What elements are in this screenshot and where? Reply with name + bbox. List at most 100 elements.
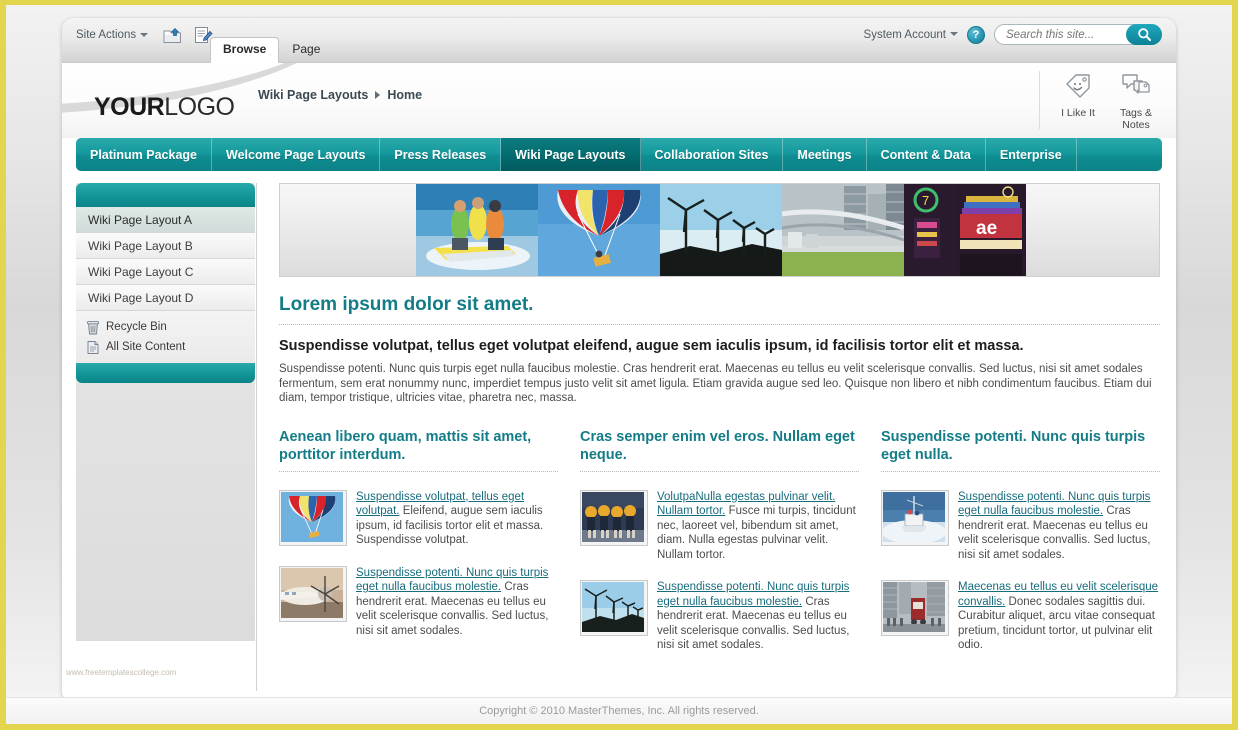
content-column-2: Cras semper enim vel eros. Nullam eget n… xyxy=(580,428,859,653)
banner-image-strip: 7 ae xyxy=(279,183,1160,277)
ribbon-tabs: Browse Page xyxy=(210,36,333,63)
article-item[interactable]: Suspendisse volutpat, tellus eget volutp… xyxy=(279,489,558,548)
article-text: VolutpaNulla egestas pulvinar velit. Nul… xyxy=(657,490,859,563)
article-item[interactable]: VolutpaNulla egestas pulvinar velit. Nul… xyxy=(580,489,859,563)
thumbnail-sailboat xyxy=(881,489,949,546)
navigate-up-icon[interactable] xyxy=(161,25,183,45)
document-icon xyxy=(87,340,99,354)
copyright-text: Copyright © 2010 MasterThemes, Inc. All … xyxy=(479,705,759,717)
content-columns: Aenean libero quam, mattis sit amet, por… xyxy=(279,428,1160,653)
content-column-1: Aenean libero quam, mattis sit amet, por… xyxy=(279,428,558,653)
thumbnail-city-street xyxy=(881,580,949,636)
search-icon[interactable] xyxy=(1126,24,1162,45)
article-text: Suspendisse potenti. Nunc quis turpis eg… xyxy=(958,490,1160,563)
article-item[interactable]: Suspendisse potenti. Nunc quis turpis eg… xyxy=(279,565,558,639)
logo-light-text: LOGO xyxy=(164,93,235,121)
sidebar-item-wiki-page-layout-c[interactable]: Wiki Page Layout C xyxy=(76,259,255,285)
intro-paragraph: Suspendisse potenti. Nunc quis turpis eg… xyxy=(279,363,1152,404)
main-content: 7 ae Lorem ipsum dolor sit amet. Suspend… xyxy=(257,183,1162,691)
recycle-bin-icon xyxy=(87,320,99,334)
sidebar-item-wiki-page-layout-d[interactable]: Wiki Page Layout D xyxy=(76,285,255,311)
banner-image-wind-turbines xyxy=(660,184,782,276)
breadcrumb-item-1[interactable]: Home xyxy=(387,88,422,102)
article-text: Suspendisse potenti. Nunc quis turpis eg… xyxy=(356,566,558,639)
content-column-3: Suspendisse potenti. Nunc quis turpis eg… xyxy=(881,428,1160,653)
breadcrumb-separator-icon xyxy=(375,91,381,99)
sidebar-utilities: Recycle Bin All Site Content xyxy=(76,311,255,363)
ribbon-left-group: Site Actions xyxy=(74,18,214,52)
banner-image-architecture xyxy=(782,184,904,276)
page-footer: Copyright © 2010 MasterThemes, Inc. All … xyxy=(6,697,1232,724)
system-account-menu[interactable]: System Account xyxy=(864,29,958,41)
tags-notes-icon xyxy=(1122,74,1150,94)
thumbnail-airplane xyxy=(279,565,347,622)
tags-notes-label: Tags & Notes xyxy=(1119,107,1153,131)
column-1-heading: Aenean libero quam, mattis sit amet, por… xyxy=(279,428,558,472)
main-navigation: Platinum Package Welcome Page Layouts Pr… xyxy=(76,138,1162,171)
search-box xyxy=(994,24,1162,45)
page-body: Wiki Page Layout A Wiki Page Layout B Wi… xyxy=(62,171,1176,691)
sidebar-item-all-site-content-label: All Site Content xyxy=(106,341,186,353)
sidebar-item-recycle-bin[interactable]: Recycle Bin xyxy=(86,317,255,337)
site-logo[interactable]: YOURLOGO xyxy=(94,93,235,122)
ribbon-right-group: System Account ? xyxy=(864,24,1162,45)
page-stage: Site Actions Browse Page System Account … xyxy=(6,5,1232,724)
chevron-down-icon xyxy=(950,32,958,37)
nav-item-collaboration-sites[interactable]: Collaboration Sites xyxy=(641,138,784,171)
svg-text:ae: ae xyxy=(976,218,997,239)
sidebar-bottom-cap xyxy=(76,363,255,383)
thumbnail-turbines xyxy=(580,580,648,636)
banner-image-parasail xyxy=(538,184,660,276)
thumbnail-parasail xyxy=(279,489,347,546)
column-3-heading: Suspendisse potenti. Nunc quis turpis eg… xyxy=(881,428,1160,472)
tab-page[interactable]: Page xyxy=(279,37,333,62)
nav-item-enterprise[interactable]: Enterprise xyxy=(986,138,1077,171)
banner-image-neon-signs: 7 ae xyxy=(904,184,1026,276)
tags-notes-button[interactable]: Tags & Notes xyxy=(1110,71,1162,131)
chevron-down-icon xyxy=(140,32,149,37)
site-actions-label: Site Actions xyxy=(76,29,137,41)
site-header: YOURLOGO Wiki Page Layouts Home I Like I… xyxy=(62,63,1176,138)
sidebar: Wiki Page Layout A Wiki Page Layout B Wi… xyxy=(66,183,257,691)
article-text: Suspendisse volutpat, tellus eget volutp… xyxy=(356,490,558,548)
nav-item-platinum-package[interactable]: Platinum Package xyxy=(76,138,212,171)
social-actions: I Like It Tags & Notes xyxy=(1039,71,1162,131)
sidebar-item-wiki-page-layout-a[interactable]: Wiki Page Layout A xyxy=(76,207,255,233)
banner-image-jetski xyxy=(416,184,538,276)
sidebar-panel: Wiki Page Layout A Wiki Page Layout B Wi… xyxy=(76,183,255,641)
nav-item-meetings[interactable]: Meetings xyxy=(783,138,867,171)
thumbnail-runners xyxy=(580,489,648,546)
breadcrumb: Wiki Page Layouts Home xyxy=(258,88,422,102)
nav-item-content-and-data[interactable]: Content & Data xyxy=(867,138,986,171)
breadcrumb-item-0[interactable]: Wiki Page Layouts xyxy=(258,88,368,102)
logo-bold-text: YOUR xyxy=(94,93,165,121)
sidebar-empty-area xyxy=(76,383,255,641)
watermark-text: www.freetemplatescollege.com xyxy=(66,668,177,677)
site-actions-menu[interactable]: Site Actions xyxy=(74,25,152,45)
i-like-it-button[interactable]: I Like It xyxy=(1052,71,1104,129)
page-title: Lorem ipsum dolor sit amet. xyxy=(279,294,1160,325)
system-account-label: System Account xyxy=(863,28,946,41)
article-text: Suspendisse potenti. Nunc quis turpis eg… xyxy=(657,580,859,653)
sidebar-item-recycle-bin-label: Recycle Bin xyxy=(106,321,167,333)
nav-filler xyxy=(1077,138,1162,171)
help-icon[interactable]: ? xyxy=(967,25,985,44)
article-item[interactable]: Suspendisse potenti. Nunc quis turpis eg… xyxy=(881,489,1160,563)
page-frame: Site Actions Browse Page System Account … xyxy=(0,0,1238,730)
tag-smiley-icon xyxy=(1066,74,1090,98)
sidebar-top-cap xyxy=(76,183,255,207)
svg-text:7: 7 xyxy=(922,193,929,208)
site-container: Site Actions Browse Page System Account … xyxy=(62,18,1176,703)
article-text: Maecenas eu tellus eu velit scelerisque … xyxy=(958,580,1160,653)
article-item[interactable]: Maecenas eu tellus eu velit scelerisque … xyxy=(881,580,1160,653)
article-item[interactable]: Suspendisse potenti. Nunc quis turpis eg… xyxy=(580,580,859,653)
tab-browse[interactable]: Browse xyxy=(210,37,280,63)
search-input[interactable] xyxy=(1004,27,1126,42)
lead-heading: Suspendisse volutpat, tellus eget volutp… xyxy=(279,338,1024,354)
sidebar-item-all-site-content[interactable]: All Site Content xyxy=(86,337,255,357)
nav-item-welcome-page-layouts[interactable]: Welcome Page Layouts xyxy=(212,138,381,171)
sidebar-item-wiki-page-layout-b[interactable]: Wiki Page Layout B xyxy=(76,233,255,259)
nav-item-press-releases[interactable]: Press Releases xyxy=(380,138,502,171)
column-2-heading: Cras semper enim vel eros. Nullam eget n… xyxy=(580,428,859,472)
nav-item-wiki-page-layouts[interactable]: Wiki Page Layouts xyxy=(501,138,641,171)
